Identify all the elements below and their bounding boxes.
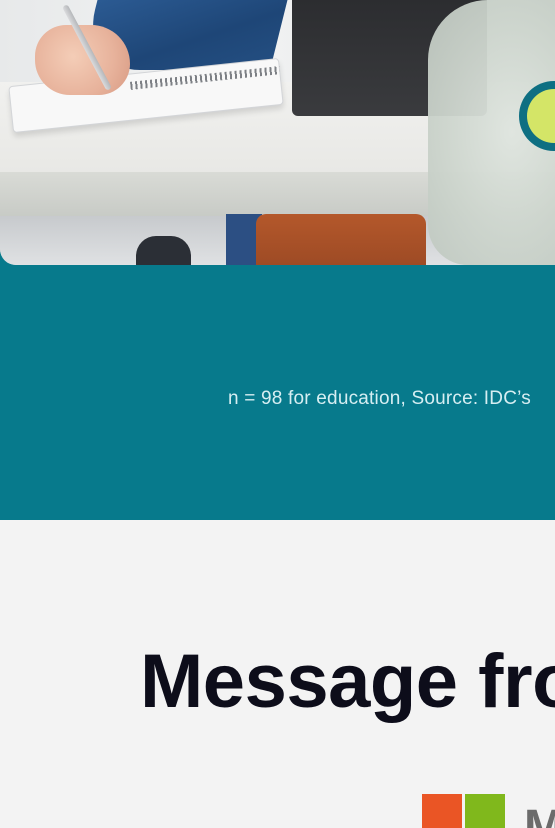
hero-photo [0,0,555,265]
microsoft-logo-square-red [422,794,462,828]
page: n = 98 for education, Source: IDC’s Mess… [0,0,555,828]
source-note: n = 98 for education, Source: IDC’s [228,388,531,409]
microsoft-wordmark: M [524,801,555,828]
section-heading: Message fro [140,639,555,724]
microsoft-logo-square-green [465,794,505,828]
